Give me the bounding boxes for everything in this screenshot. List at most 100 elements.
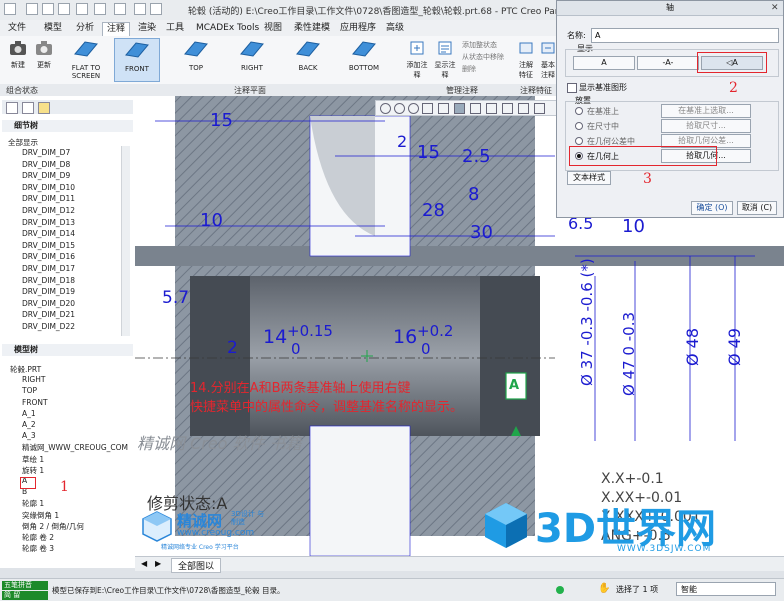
filter-dropdown[interactable]: 智能 <box>676 582 776 596</box>
group-annotation-features[interactable]: 注释特征 <box>520 85 552 96</box>
group-manage-annotations[interactable]: 管理注释 <box>446 85 478 96</box>
model-tree-item[interactable]: 轮廓 1 <box>22 498 44 509</box>
view-back[interactable]: BACK <box>286 38 330 72</box>
pick-dimension-button[interactable]: 拾取尺寸... <box>661 119 751 133</box>
dimension-item[interactable]: DRV_DIM_D11 <box>22 194 75 203</box>
regenerate-icon[interactable] <box>114 3 126 15</box>
annotation-display-icon[interactable] <box>486 103 497 114</box>
nav-first-icon[interactable]: ◀ <box>141 559 147 568</box>
dim-2-5[interactable]: 2.5 <box>462 146 491 167</box>
view-right[interactable]: RIGHT <box>230 38 274 72</box>
ime-mode[interactable]: 简 留 <box>2 591 48 600</box>
model-tree-item[interactable]: 轮廓 卷 3 <box>22 543 54 554</box>
dim-dia-48[interactable]: Ø 48 <box>683 216 702 366</box>
favorites-icon[interactable] <box>38 102 50 114</box>
model-tree-item[interactable]: 精诚网_WWW_CREOUG_COM <box>22 442 128 453</box>
datum-display-icon[interactable] <box>470 103 481 114</box>
model-tree-item[interactable]: 草绘 1 <box>22 454 44 465</box>
style-plain-button[interactable]: A <box>573 56 635 70</box>
view-flat-to-screen[interactable]: FLAT TO SCREEN <box>64 38 108 80</box>
dimension-item[interactable]: DRV_DIM_D20 <box>22 299 75 308</box>
display-datum-checkbox[interactable] <box>567 83 577 93</box>
dim-dia-49[interactable]: Ø 49 <box>725 216 744 366</box>
redo-icon[interactable] <box>94 3 106 15</box>
folder-browser-icon[interactable] <box>22 102 34 114</box>
dimension-item[interactable]: DRV_DIM_D12 <box>22 206 75 215</box>
dim-30[interactable]: 30 <box>470 222 493 243</box>
ime-indicator[interactable]: 五笔拼音 <box>2 581 48 590</box>
dim-10-a[interactable]: 10 <box>200 210 223 231</box>
model-tree-item[interactable]: 倒角 2 / 倒角/几何 <box>22 521 84 532</box>
model-tree-item[interactable]: TOP <box>22 386 37 395</box>
view-bottom[interactable]: BOTTOM <box>342 38 386 72</box>
windows-icon[interactable] <box>134 3 146 15</box>
repaint-icon[interactable] <box>422 103 433 114</box>
model-tree-header[interactable]: 模型树 <box>2 344 133 356</box>
tab-annotate[interactable]: 注释 <box>102 22 131 36</box>
add-state-item[interactable]: 添加整状态 <box>462 40 497 50</box>
nav-next-icon[interactable]: ▶ <box>155 559 161 568</box>
view-top[interactable]: TOP <box>174 38 218 72</box>
dim-14-tolerance[interactable]: 14 +0.15 0 <box>263 322 333 358</box>
dialog-close-icon[interactable]: ✕ <box>771 3 779 13</box>
new-file-icon[interactable] <box>26 3 38 15</box>
tab-view[interactable]: 视图 <box>260 22 286 35</box>
spin-center-icon[interactable] <box>502 103 513 114</box>
dimension-item[interactable]: DRV_DIM_D19 <box>22 287 75 296</box>
dimension-item[interactable]: DRV_DIM_D17 <box>22 264 75 273</box>
dim-28[interactable]: 28 <box>422 200 445 221</box>
tab-all-views[interactable]: 全部图以 <box>171 558 222 573</box>
model-tree-item[interactable]: A_3 <box>22 431 36 440</box>
dimension-item[interactable]: DRV_DIM_D8 <box>22 160 70 169</box>
dim-16-tolerance[interactable]: 16 +0.2 0 <box>393 322 453 358</box>
radio-in-dimension[interactable] <box>575 122 583 130</box>
tab-analysis[interactable]: 分析 <box>72 22 98 35</box>
model-tree-item[interactable]: A_2 <box>22 420 36 429</box>
view-front[interactable]: FRONT <box>114 38 160 82</box>
tab-mcadex[interactable]: MCADEx Tools <box>192 22 263 35</box>
group-combined-state[interactable]: 组合状态 <box>6 85 38 96</box>
detail-tree-header[interactable]: 细节树 <box>2 120 133 132</box>
dimension-item[interactable]: DRV_DIM_D22 <box>22 322 75 331</box>
zoom-out-icon[interactable] <box>408 103 419 114</box>
annotation-feature-button[interactable]: 注解特征 <box>516 40 536 80</box>
dimension-item[interactable]: DRV_DIM_D21 <box>22 310 75 319</box>
dimension-item[interactable]: DRV_DIM_D15 <box>22 241 75 250</box>
dimension-item[interactable]: DRV_DIM_D10 <box>22 183 75 192</box>
save-icon[interactable] <box>58 3 70 15</box>
display-style-icon[interactable] <box>454 103 465 114</box>
dimension-item[interactable]: DRV_DIM_D14 <box>22 229 75 238</box>
selection-filter-icon[interactable]: ✋ <box>598 583 610 594</box>
tab-advanced[interactable]: 高级 <box>382 22 408 35</box>
dim-15-a[interactable]: 15 <box>210 110 233 131</box>
more-views-icon[interactable] <box>534 103 545 114</box>
model-tree-item[interactable]: FRONT <box>22 398 48 407</box>
zoom-in-icon[interactable] <box>394 103 405 114</box>
delete-item[interactable]: 删除 <box>462 64 476 74</box>
dimension-item[interactable]: DRV_DIM_D16 <box>22 252 75 261</box>
app-logo-icon[interactable] <box>4 3 16 15</box>
ok-button[interactable]: 确定 (O) <box>691 201 733 215</box>
remove-from-state-item[interactable]: 从状态中移除 <box>462 52 504 62</box>
detail-tree-scrollbar[interactable] <box>121 146 130 336</box>
cancel-button[interactable]: 取消 (C) <box>737 201 777 215</box>
dim-5-7[interactable]: 5.7 <box>162 288 189 308</box>
dim-15-b[interactable]: 15 <box>417 142 440 163</box>
dimension-item[interactable]: DRV_DIM_D9 <box>22 171 70 180</box>
model-tree-item[interactable]: 轮廓 卷 2 <box>22 532 54 543</box>
undo-icon[interactable] <box>76 3 88 15</box>
dimension-item[interactable]: DRV_DIM_D18 <box>22 276 75 285</box>
pick-datum-button[interactable]: 在基准上选取... <box>661 104 751 118</box>
model-tree-item[interactable]: RIGHT <box>22 375 45 384</box>
model-tree-item[interactable]: 旋转 1 <box>22 465 44 476</box>
tab-tools[interactable]: 工具 <box>162 22 188 35</box>
tab-flexible[interactable]: 柔性建模 <box>290 22 334 35</box>
close-window-icon[interactable] <box>150 3 162 15</box>
tab-render[interactable]: 渲染 <box>134 22 160 35</box>
datum-a-label[interactable]: A <box>509 378 519 393</box>
open-folder-icon[interactable] <box>42 3 54 15</box>
dim-2-b[interactable]: 2 <box>227 338 238 358</box>
view-manager-icon[interactable] <box>518 103 529 114</box>
detail-all[interactable]: 全部显示 <box>8 137 38 148</box>
model-tree-item[interactable]: 突缘倒角 1 <box>22 510 59 521</box>
